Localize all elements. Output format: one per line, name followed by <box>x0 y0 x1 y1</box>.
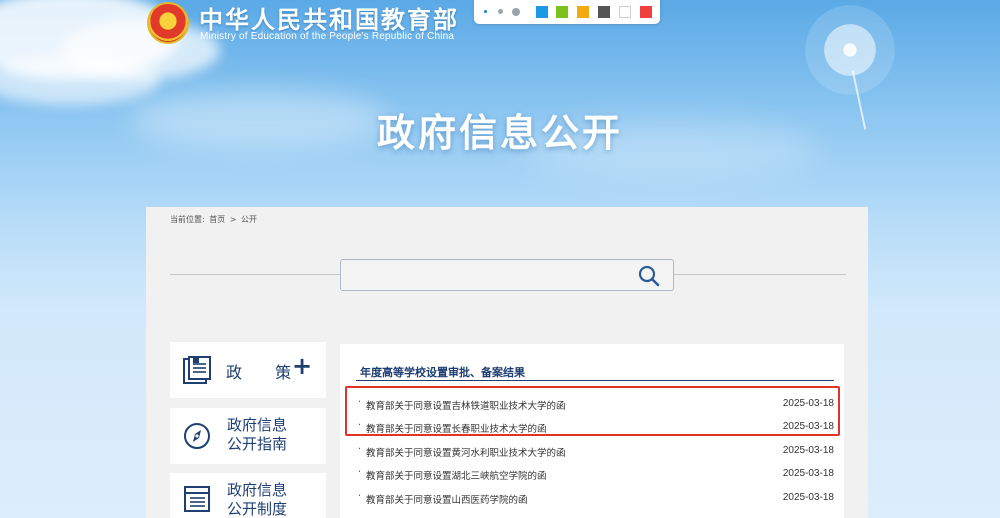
sidebar-item-policy[interactable]: 政 策 + <box>170 342 326 398</box>
list-item-date: 2025-03-18 <box>782 445 834 456</box>
site-name: 中华人民共和国教育部 <box>199 6 459 34</box>
theme-swatch-blue[interactable] <box>536 6 548 18</box>
list-item[interactable]: · 教育部关于同意设置黄河水利职业技术大学的函 2025-03-18 <box>356 441 836 461</box>
list-item-title[interactable]: 教育部关于同意设置黄河水利职业技术大学的函 <box>366 445 566 459</box>
theme-swatch-red[interactable] <box>640 6 652 18</box>
sidebar-item-label: 政府信息公开制度 <box>227 481 288 518</box>
document-list: 年度高等学校设置审批、备案结果 · 教育部关于同意设置吉林铁道职业技术大学的函 … <box>340 344 844 518</box>
list-title-underline <box>356 380 834 381</box>
compass-icon <box>184 423 210 449</box>
breadcrumb: 当前位置: 首页 > 公开 <box>170 214 259 225</box>
bullet-icon: · <box>358 444 362 455</box>
theme-swatch-white[interactable] <box>619 6 631 18</box>
bullet-icon: · <box>358 491 362 502</box>
list-item[interactable]: · 教育部关于同意设置湖北三峡航空学院的函 2025-03-18 <box>356 464 836 484</box>
list-item-title[interactable]: 教育部关于同意设置长春职业技术大学的函 <box>366 421 547 435</box>
theme-swatch-green[interactable] <box>556 6 568 18</box>
list-item-title[interactable]: 教育部关于同意设置吉林铁道职业技术大学的函 <box>366 398 566 412</box>
cloud-decoration <box>0 55 160 105</box>
list-item-title[interactable]: 教育部关于同意设置湖北三峡航空学院的函 <box>366 468 547 482</box>
list-title[interactable]: 年度高等学校设置审批、备案结果 <box>360 364 525 380</box>
list-document-icon <box>184 486 210 512</box>
list-item-date: 2025-03-18 <box>782 421 834 432</box>
list-item-title[interactable]: 教育部关于同意设置山西医药学院的函 <box>366 492 528 506</box>
list-item[interactable]: · 教育部关于同意设置长春职业技术大学的函 2025-03-18 <box>356 417 836 437</box>
list-item-date: 2025-03-18 <box>782 492 834 503</box>
theme-swatch-gray[interactable] <box>598 6 610 18</box>
breadcrumb-current[interactable]: 公开 <box>241 215 257 224</box>
theme-color-bar <box>474 0 660 24</box>
document-icon <box>183 356 211 384</box>
list-item-date: 2025-03-18 <box>782 468 834 479</box>
dot-icon[interactable] <box>512 8 520 16</box>
dot-icon[interactable] <box>498 9 503 14</box>
banner-title: 政府信息公开 <box>376 111 623 155</box>
main-panel: 当前位置: 首页 > 公开 政 策 + 政府信息公开指南 政府信息公开制度 年度… <box>146 207 868 518</box>
dot-icon[interactable] <box>484 10 487 13</box>
dandelion-decoration <box>805 5 895 95</box>
list-item[interactable]: · 教育部关于同意设置山西医药学院的函 2025-03-18 <box>356 488 836 508</box>
sidebar-item-disclosure-guide[interactable]: 政府信息公开指南 <box>170 408 326 464</box>
sidebar-item-label: 政府信息公开指南 <box>227 416 288 453</box>
bullet-icon: · <box>358 467 362 478</box>
site-name-english: Ministry of Education of the People's Re… <box>200 31 455 42</box>
breadcrumb-label: 当前位置: <box>170 215 205 224</box>
expand-plus-icon[interactable]: + <box>292 352 312 380</box>
theme-swatch-orange[interactable] <box>577 6 589 18</box>
search-input[interactable] <box>345 263 625 287</box>
sidebar-item-disclosure-system[interactable]: 政府信息公开制度 <box>170 473 326 518</box>
breadcrumb-separator: > <box>229 215 237 224</box>
national-emblem-icon <box>147 2 189 44</box>
bullet-icon: · <box>358 397 362 408</box>
list-item[interactable]: · 教育部关于同意设置吉林铁道职业技术大学的函 2025-03-18 <box>356 394 836 414</box>
search-box <box>340 259 674 291</box>
breadcrumb-home-link[interactable]: 首页 <box>209 215 225 224</box>
list-item-date: 2025-03-18 <box>782 398 834 409</box>
bullet-icon: · <box>358 420 362 431</box>
search-icon[interactable] <box>637 264 661 288</box>
